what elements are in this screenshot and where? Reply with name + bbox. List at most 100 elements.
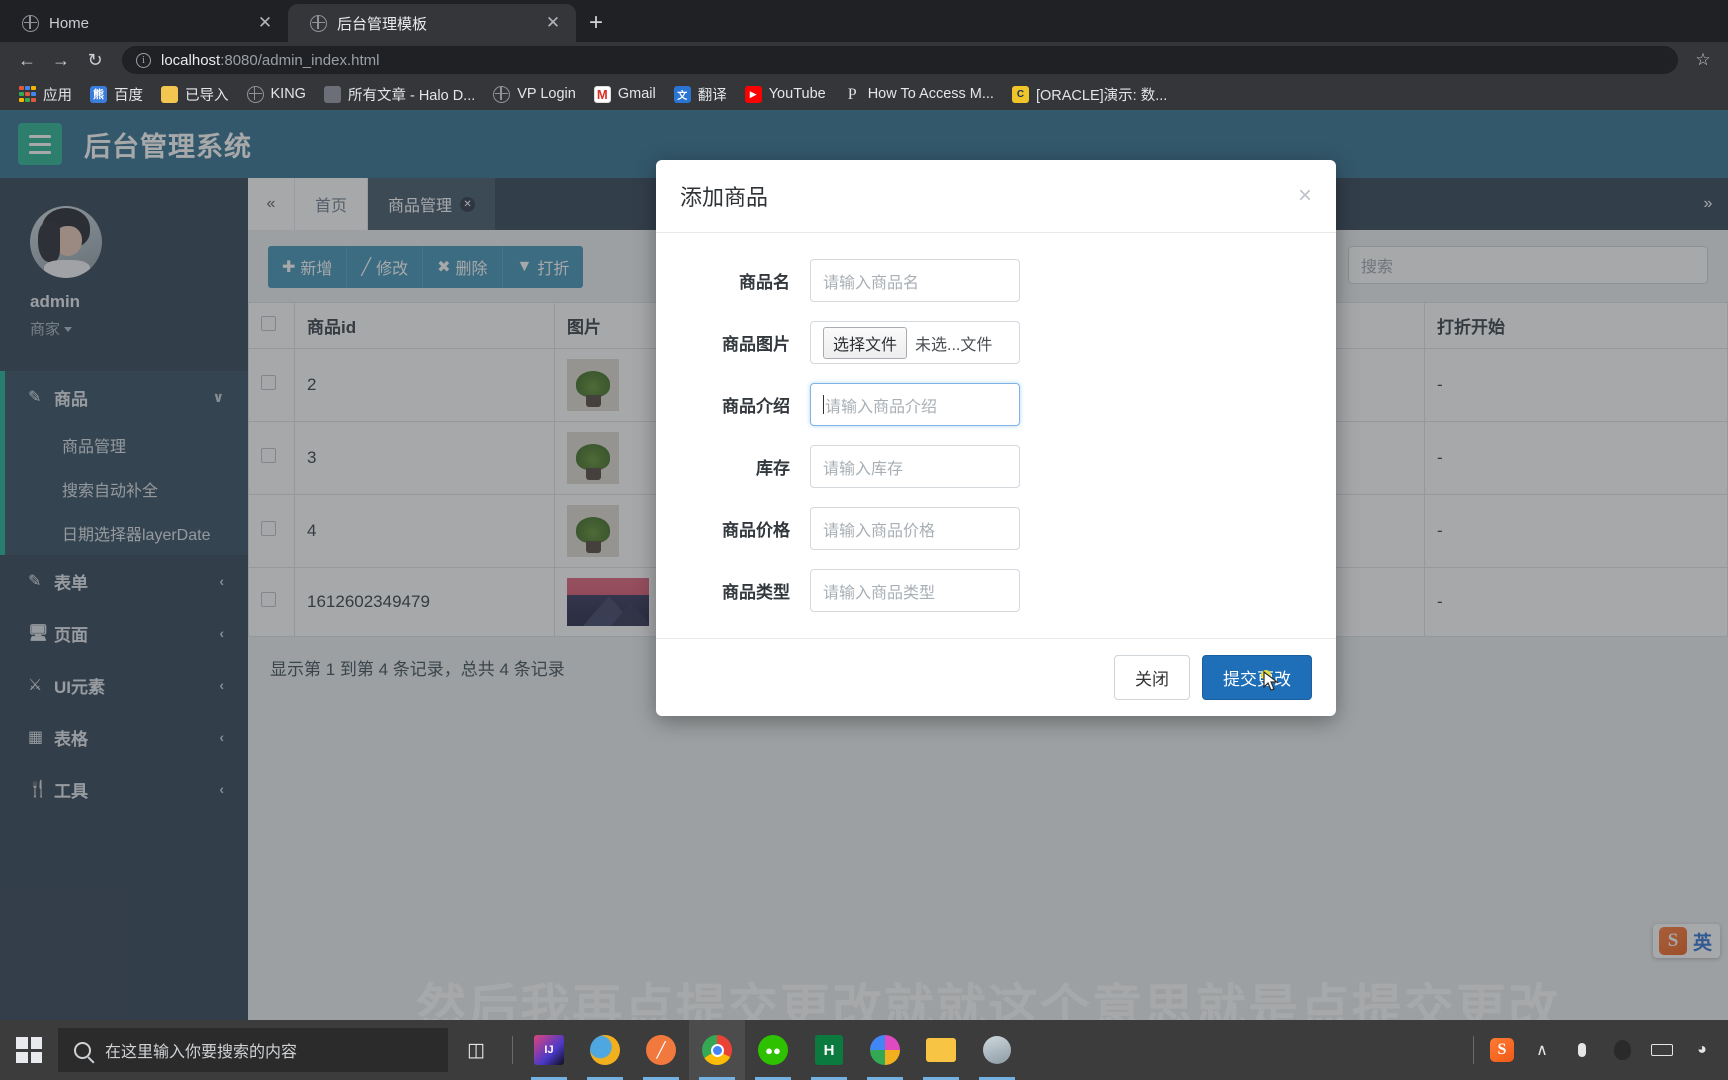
gmail-icon: M (593, 85, 611, 103)
tab-title: Home (49, 14, 90, 32)
modal-footer: 关闭 提交更改 (656, 638, 1336, 716)
bookmark-label: 所有文章 - Halo D... (347, 87, 476, 104)
oracle-icon: C (1011, 85, 1029, 103)
file-status-label: 未选...文件 (915, 336, 993, 354)
address-bar[interactable]: i localhost:8080/admin_index.html (122, 46, 1678, 74)
windows-logo-icon[interactable] (0, 1020, 58, 1080)
close-button[interactable]: 关闭 (1114, 655, 1190, 700)
bookmark-halo[interactable]: 所有文章 - Halo D... (315, 81, 484, 107)
browser-tab-admin[interactable]: 后台管理模板 ✕ (288, 4, 576, 42)
product-image-file-input[interactable]: 选择文件 未选...文件 (810, 321, 1020, 364)
battery-icon[interactable] (1642, 1020, 1682, 1080)
mouse-cursor-icon (1261, 670, 1279, 691)
intellij-idea-icon[interactable]: IJ (521, 1020, 577, 1080)
bookmark-king[interactable]: KING (238, 81, 315, 107)
orange-pen-icon[interactable]: ╱ (633, 1020, 689, 1080)
field-row-stock: 库存 请输入库存 (680, 445, 1312, 488)
close-icon[interactable]: ✕ (542, 13, 564, 33)
submit-changes-button[interactable]: 提交更改 (1202, 655, 1312, 700)
placeholder-text: 请输入商品介绍 (825, 398, 938, 416)
windows-taskbar: 在这里输入你要搜索的内容 ◫ IJ ╱ ●● H S ∧ ◕ (0, 1020, 1728, 1080)
browser-tabstrip: Home ✕ 后台管理模板 ✕ + (0, 0, 1728, 42)
divider (1473, 1036, 1474, 1064)
product-name-input[interactable]: 请输入商品名 (810, 259, 1020, 302)
stock-input[interactable]: 请输入库存 (810, 445, 1020, 488)
field-label: 商品类型 (722, 583, 790, 602)
close-icon[interactable]: × (1298, 184, 1312, 208)
halo-h-icon[interactable]: H (801, 1020, 857, 1080)
bookmark-label: Gmail (617, 86, 656, 102)
field-label: 商品名 (739, 273, 790, 292)
add-product-modal: 添加商品 × 商品名 请输入商品名 商品图片 选择文件 未选...文件 商品介绍… (656, 160, 1336, 716)
close-icon[interactable]: ✕ (254, 13, 276, 33)
wifi-icon[interactable]: ◕ (1682, 1020, 1722, 1080)
modal-header: 添加商品 × (656, 160, 1336, 233)
globe-icon (246, 85, 264, 103)
bookmark-youtube[interactable]: ▶ YouTube (736, 81, 835, 107)
folder-icon (161, 85, 178, 103)
apps-grid-icon (19, 85, 36, 103)
translate-icon: 文 (673, 85, 691, 103)
qq-penguin-icon[interactable] (1602, 1020, 1642, 1080)
sogou-ime-icon[interactable]: S (1482, 1020, 1522, 1080)
field-row-product-image: 商品图片 选择文件 未选...文件 (680, 321, 1312, 364)
reload-icon[interactable]: ↻ (80, 45, 110, 75)
search-icon (74, 1041, 91, 1059)
bookmark-label: [ORACLE]演示: 数... (1035, 87, 1168, 104)
bookmark-translate[interactable]: 文 翻译 (665, 81, 736, 107)
bookmark-label: KING (270, 86, 306, 102)
info-icon[interactable]: i (136, 52, 151, 68)
file-explorer-icon[interactable] (913, 1020, 969, 1080)
bookmark-apps[interactable]: 应用 (10, 81, 81, 107)
screen: Home ✕ 后台管理模板 ✕ + ← → ↻ i localhost:8080… (0, 0, 1728, 1080)
photo-icon (323, 85, 341, 103)
taskbar-search-placeholder: 在这里输入你要搜索的内容 (105, 1044, 298, 1061)
bookmark-oracle-demo[interactable]: C [ORACLE]演示: 数... (1003, 81, 1176, 107)
bookmark-imported[interactable]: 已导入 (152, 81, 238, 107)
field-row-product-name: 商品名 请输入商品名 (680, 259, 1312, 302)
bookmark-gmail[interactable]: M Gmail (585, 81, 665, 107)
product-type-input[interactable]: 请输入商品类型 (810, 569, 1020, 612)
modal-body: 商品名 请输入商品名 商品图片 选择文件 未选...文件 商品介绍 请输入商品介… (656, 233, 1336, 638)
bookmark-vp-login[interactable]: VP Login (484, 81, 585, 107)
divider (512, 1036, 513, 1064)
url-host: localhost (161, 51, 221, 69)
field-row-product-intro: 商品介绍 请输入商品介绍 (680, 383, 1312, 426)
wechat-icon[interactable]: ●● (745, 1020, 801, 1080)
url-path: :8080/admin_index.html (220, 51, 380, 69)
chrome-canary-icon[interactable] (857, 1020, 913, 1080)
bookmark-baidu[interactable]: 熊 百度 (81, 81, 152, 107)
bookmark-label: 已导入 (185, 87, 229, 104)
bookmark-label: 翻译 (697, 87, 727, 104)
globe-icon (22, 14, 39, 32)
product-intro-input[interactable]: 请输入商品介绍 (810, 383, 1020, 426)
field-label: 商品图片 (722, 335, 790, 354)
field-row-product-price: 商品价格 请输入商品价格 (680, 507, 1312, 550)
globe-icon (310, 14, 327, 32)
bookmark-label: 应用 (43, 87, 72, 104)
bookmark-star-icon[interactable]: ☆ (1690, 50, 1716, 70)
user-photo-icon[interactable] (969, 1020, 1025, 1080)
modal-title: 添加商品 (680, 185, 769, 210)
bookmark-label: 百度 (114, 87, 143, 104)
choose-file-button[interactable]: 选择文件 (823, 326, 908, 359)
field-row-product-type: 商品类型 请输入商品类型 (680, 569, 1312, 612)
forward-icon[interactable]: → (46, 45, 76, 75)
product-price-input[interactable]: 请输入商品价格 (810, 507, 1020, 550)
baidu-icon: 熊 (90, 85, 107, 103)
bookmark-how-to-access[interactable]: P How To Access M... (835, 81, 1003, 107)
new-tab-button[interactable]: + (576, 4, 616, 42)
back-icon[interactable]: ← (12, 45, 42, 75)
navicat-icon[interactable] (577, 1020, 633, 1080)
browser-tab-home[interactable]: Home ✕ (0, 4, 288, 42)
field-label: 商品价格 (722, 521, 790, 540)
taskbar-search-input[interactable]: 在这里输入你要搜索的内容 (58, 1028, 448, 1072)
google-chrome-icon[interactable] (689, 1020, 745, 1080)
chevron-up-icon[interactable]: ∧ (1522, 1020, 1562, 1080)
task-view-icon[interactable]: ◫ (448, 1020, 504, 1080)
field-label: 库存 (756, 459, 790, 478)
microphone-icon[interactable] (1562, 1020, 1602, 1080)
bookmark-label: YouTube (768, 86, 826, 102)
bookmark-label: VP Login (517, 86, 576, 102)
browser-navbar: ← → ↻ i localhost:8080/admin_index.html … (0, 42, 1728, 78)
